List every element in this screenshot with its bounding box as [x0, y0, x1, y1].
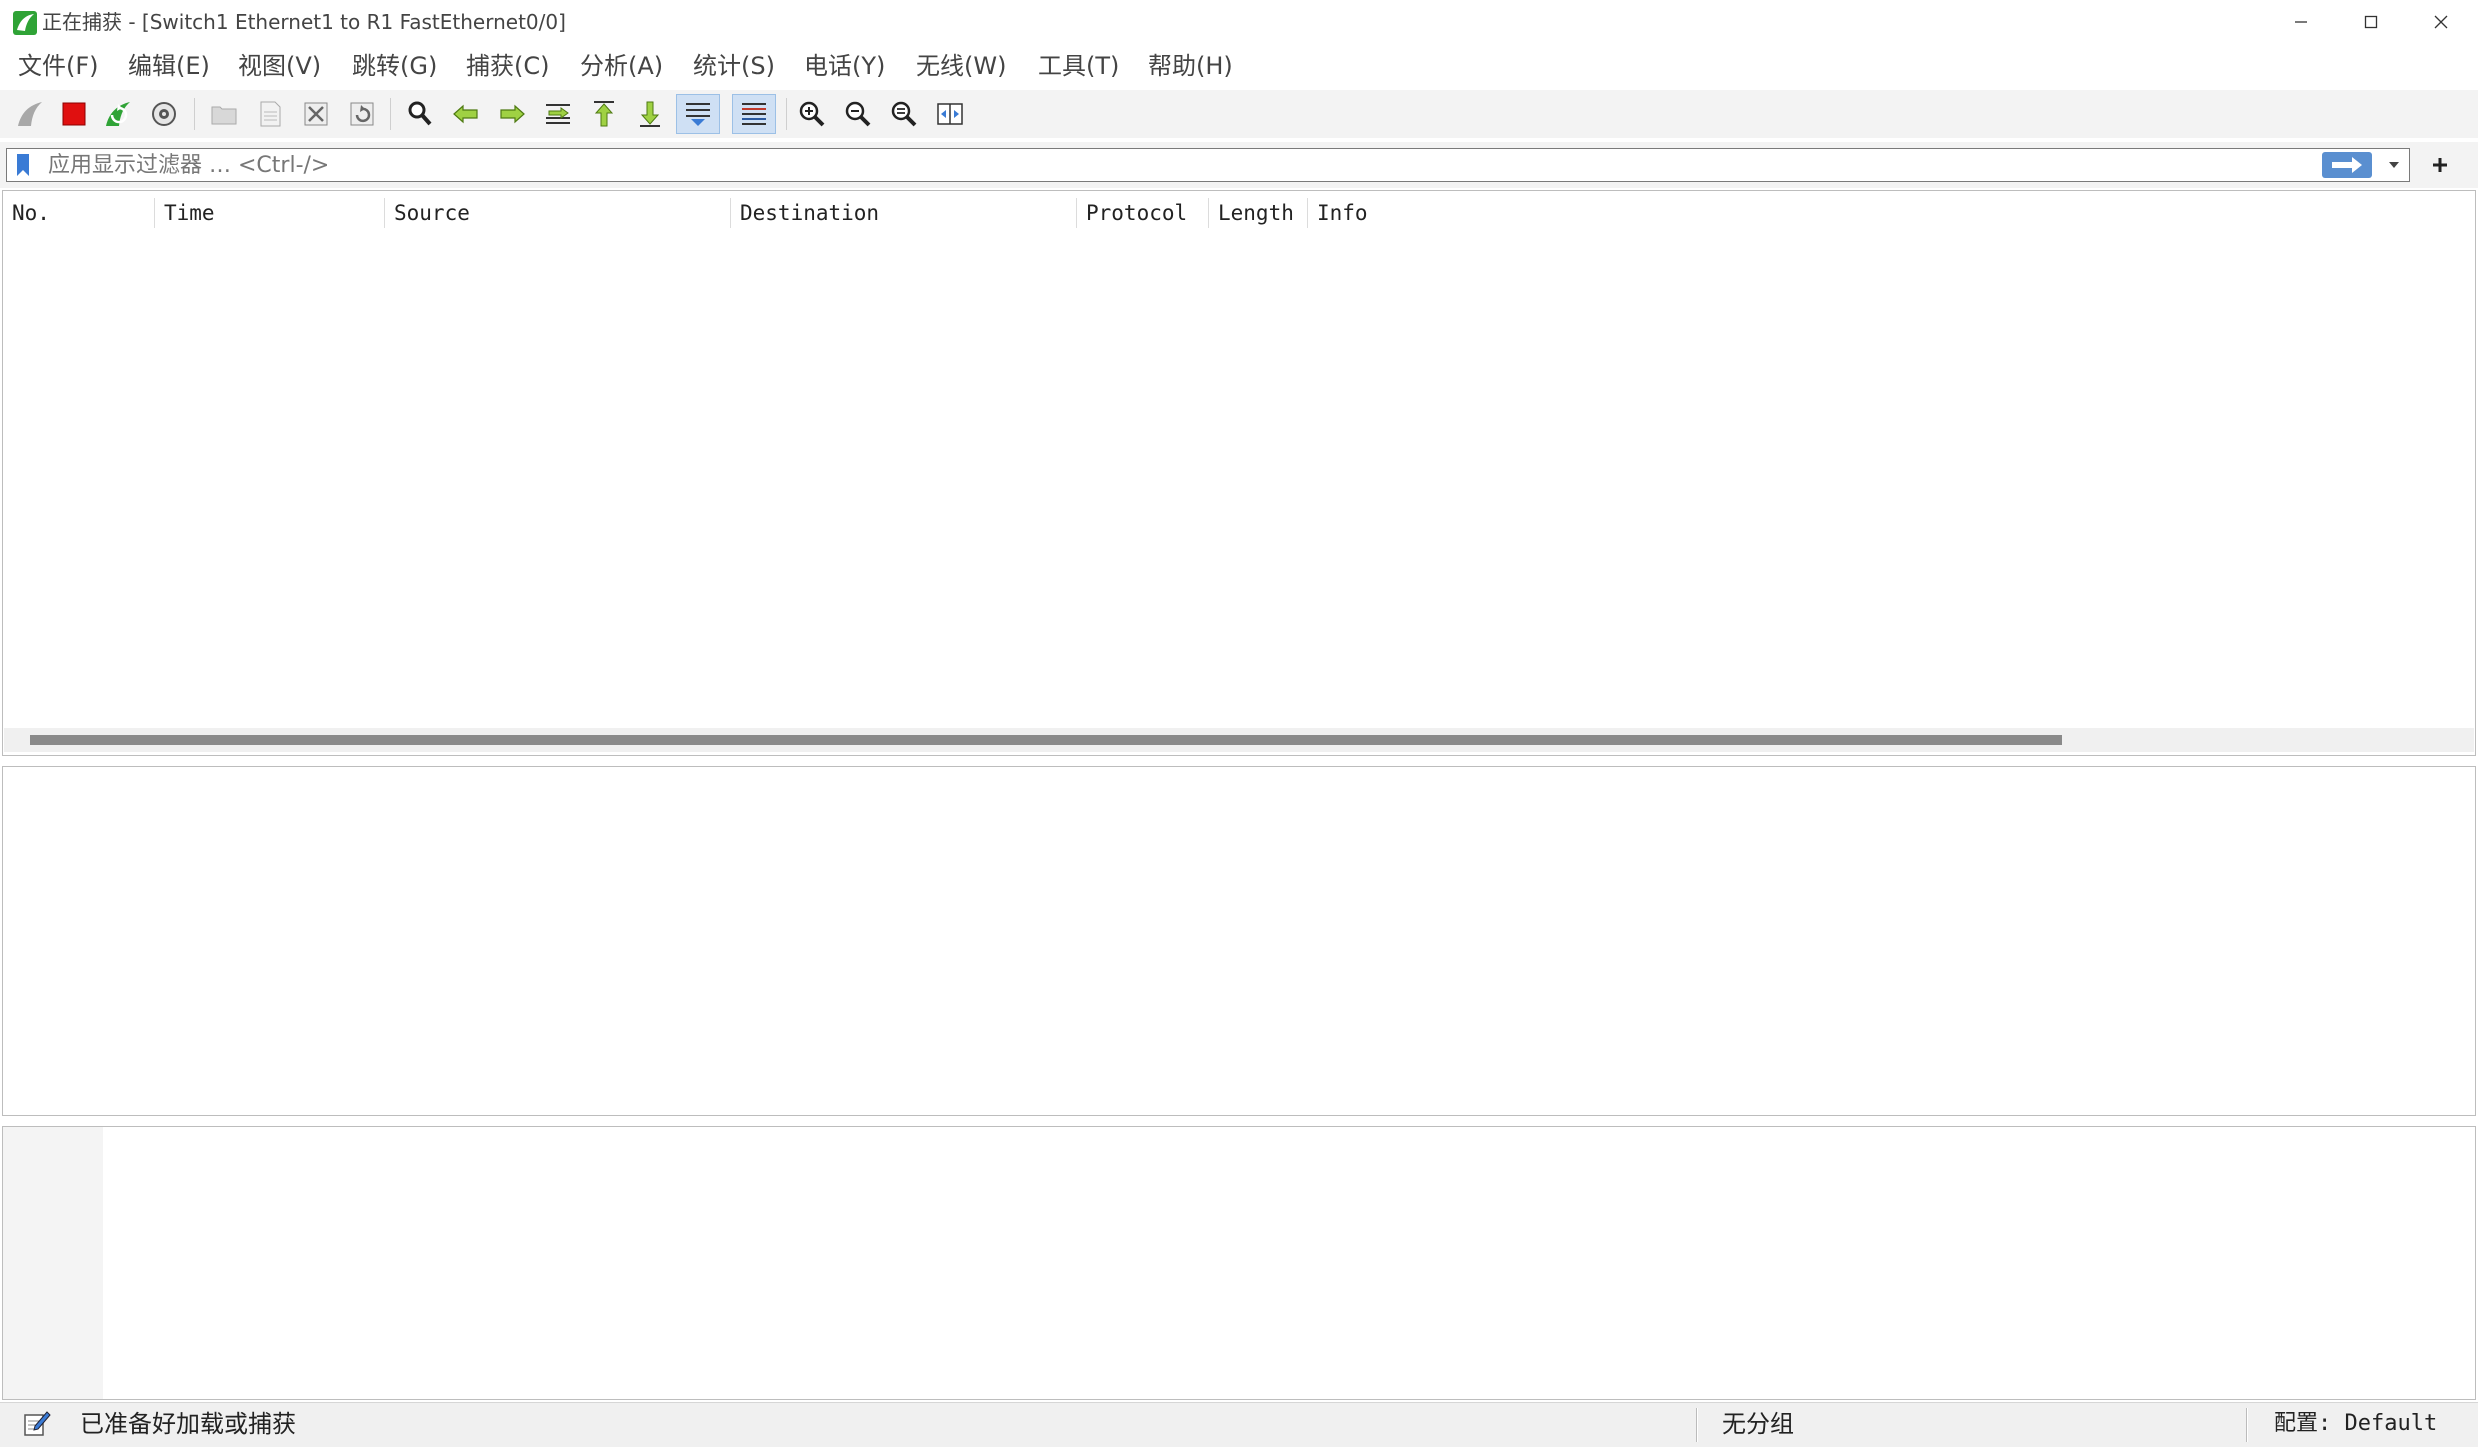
go-to-packet-button[interactable] [538, 94, 578, 134]
open-file-button[interactable] [204, 94, 244, 134]
close-button[interactable] [2406, 0, 2476, 44]
column-header-no[interactable]: No. [2, 190, 50, 236]
toolbar-separator [390, 98, 391, 130]
start-capture-button[interactable] [10, 94, 50, 134]
capture-options-button[interactable] [144, 94, 184, 134]
save-file-button[interactable] [250, 94, 290, 134]
expert-info-button[interactable] [22, 1408, 52, 1438]
normal-size-button[interactable] [884, 94, 924, 134]
wireshark-logo-icon [12, 10, 38, 36]
zoom-out-icon [845, 101, 871, 127]
menu-file[interactable]: 文件(F) [18, 46, 99, 86]
packet-list-pane[interactable] [2, 190, 2476, 756]
toolbar-separator [786, 98, 787, 130]
menu-help[interactable]: 帮助(H) [1148, 46, 1233, 86]
find-packet-button[interactable] [400, 94, 440, 134]
last-packet-button[interactable] [630, 94, 670, 134]
save-file-icon [260, 101, 281, 127]
resize-columns-icon [937, 103, 963, 125]
resize-columns-button[interactable] [930, 94, 970, 134]
bytes-offset-gutter [3, 1127, 103, 1399]
packet-list-header: No. Time Source Destination Protocol Len… [2, 190, 2476, 236]
plus-icon [2433, 158, 2447, 172]
minimize-button[interactable] [2266, 0, 2336, 44]
zoom-in-icon [799, 101, 825, 127]
shark-fin-start-icon [18, 102, 42, 126]
go-forward-icon [500, 104, 525, 124]
reload-file-icon [350, 102, 374, 126]
menu-wireless[interactable]: 无线(W) [916, 46, 1006, 86]
go-back-icon [453, 104, 478, 124]
packet-details-pane[interactable] [2, 766, 2476, 1116]
column-header-time[interactable]: Time [154, 190, 215, 236]
menu-go[interactable]: 跳转(G) [352, 46, 437, 86]
open-file-icon [211, 106, 237, 125]
profile-status[interactable]: 配置: Default [2274, 1402, 2437, 1446]
display-filter-input[interactable] [48, 149, 2308, 181]
packet-bytes-pane[interactable] [2, 1126, 2476, 1400]
go-to-packet-icon [546, 104, 570, 124]
auto-scroll-button[interactable] [676, 94, 720, 134]
maximize-button[interactable] [2336, 0, 2406, 44]
normal-size-icon [891, 101, 917, 127]
edit-note-icon [24, 1411, 51, 1436]
maximize-icon [2364, 15, 2378, 29]
first-packet-button[interactable] [584, 94, 624, 134]
column-header-length[interactable]: Length [1208, 190, 1294, 236]
stop-capture-icon [62, 102, 86, 126]
colorize-icon [742, 103, 766, 125]
status-separator[interactable] [1696, 1408, 1698, 1442]
chevron-down-icon [2389, 162, 2399, 168]
column-header-info[interactable]: Info [1307, 190, 1368, 236]
add-filter-button[interactable] [2422, 148, 2458, 182]
minimize-icon [2295, 21, 2307, 23]
close-file-icon [304, 102, 328, 126]
window-title: 正在捕获 - [Switch1 Ethernet1 to R1 FastEthe… [42, 10, 566, 34]
column-header-source[interactable]: Source [384, 190, 470, 236]
menu-statistics[interactable]: 统计(S) [693, 46, 775, 86]
horizontal-scrollbar-thumb[interactable] [30, 735, 2062, 745]
status-message: 已准备好加载或捕获 [80, 1410, 296, 1438]
column-header-protocol[interactable]: Protocol [1076, 190, 1187, 236]
reload-file-button[interactable] [342, 94, 382, 134]
toolbar-separator [194, 98, 195, 130]
packet-count-status: 无分组 [1722, 1410, 1794, 1438]
filter-bookmark-button[interactable] [10, 152, 36, 178]
stop-capture-button[interactable] [54, 94, 94, 134]
status-separator[interactable] [2246, 1408, 2248, 1442]
main-toolbar [0, 90, 2478, 138]
zoom-out-button[interactable] [838, 94, 878, 134]
menu-tools[interactable]: 工具(T) [1038, 46, 1119, 86]
restart-capture-button[interactable] [98, 94, 138, 134]
menu-view[interactable]: 视图(V) [238, 46, 321, 86]
bookmark-icon [17, 154, 29, 176]
capture-options-icon [152, 102, 176, 126]
restart-capture-icon [106, 102, 130, 126]
find-packet-icon [408, 101, 432, 126]
menu-capture[interactable]: 捕获(C) [466, 46, 549, 86]
colorize-button[interactable] [732, 94, 776, 134]
menu-edit[interactable]: 编辑(E) [128, 46, 210, 86]
first-packet-icon [594, 101, 614, 127]
go-back-button[interactable] [446, 94, 486, 134]
arrow-right-icon [2332, 157, 2362, 173]
status-bar [0, 1402, 2478, 1447]
apply-filter-button[interactable] [2322, 152, 2372, 178]
auto-scroll-icon [686, 103, 710, 126]
menu-analyze[interactable]: 分析(A) [580, 46, 663, 86]
last-packet-icon [640, 101, 660, 127]
menu-bar: 文件(F) 编辑(E) 视图(V) 跳转(G) 捕获(C) 分析(A) 统计(S… [0, 46, 2478, 86]
menu-telephony[interactable]: 电话(Y) [804, 46, 885, 86]
filter-history-dropdown[interactable] [2384, 152, 2404, 178]
close-icon [2434, 15, 2448, 29]
column-header-destination[interactable]: Destination [730, 190, 879, 236]
close-file-button[interactable] [296, 94, 336, 134]
go-forward-button[interactable] [492, 94, 532, 134]
zoom-in-button[interactable] [792, 94, 832, 134]
